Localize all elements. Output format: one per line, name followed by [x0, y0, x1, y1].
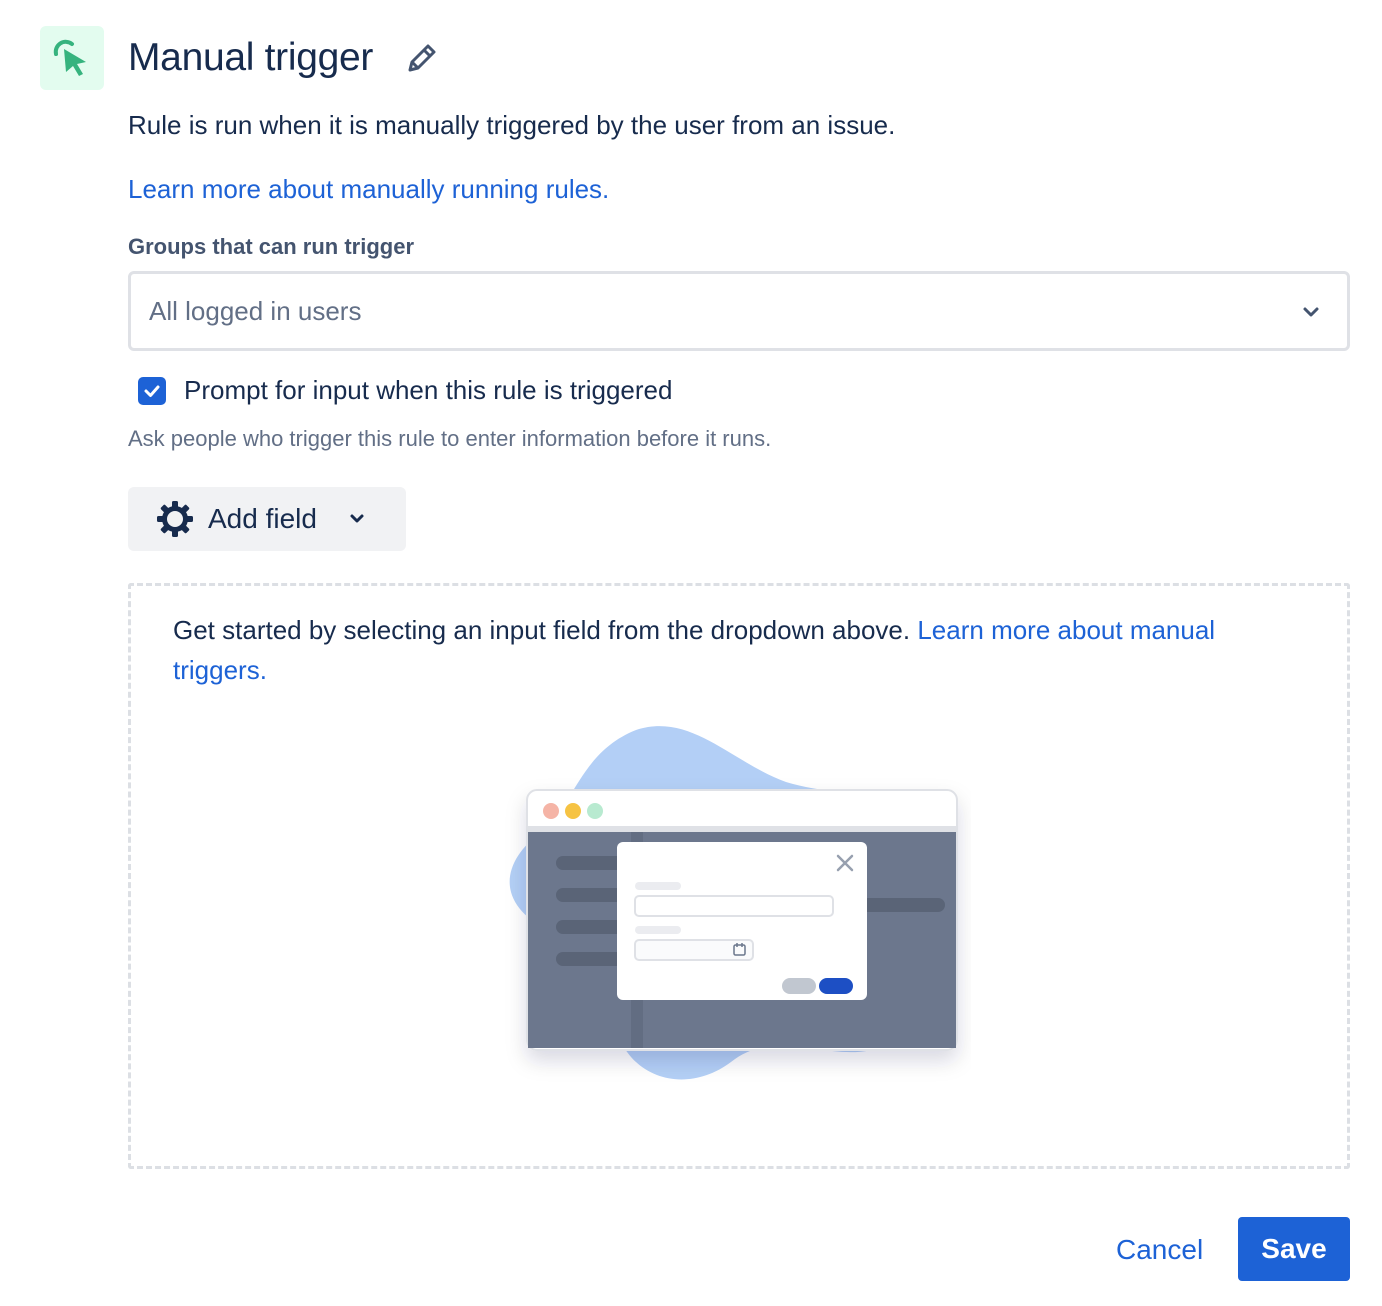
- chevron-down-icon: [350, 514, 364, 523]
- page-title: Manual trigger: [128, 36, 374, 79]
- chevron-down-icon: [1303, 307, 1319, 317]
- empty-state-illustration: [509, 726, 958, 1080]
- save-button[interactable]: Save: [1238, 1217, 1350, 1281]
- add-field-label: Add field: [208, 503, 317, 534]
- trigger-description: Rule is run when it is manually triggere…: [128, 110, 896, 140]
- empty-state-box: Get started by selecting an input field …: [128, 583, 1350, 1169]
- trigger-icon: [40, 26, 104, 90]
- empty-state-text: Get started by selecting an input field …: [173, 610, 1293, 690]
- gear-icon: [157, 501, 193, 537]
- prompt-checkbox-label[interactable]: Prompt for input when this rule is trigg…: [184, 375, 672, 406]
- empty-state-message: Get started by selecting an input field …: [173, 615, 911, 645]
- check-icon: [144, 385, 160, 397]
- prompt-helper-text: Ask people who trigger this rule to ente…: [128, 426, 772, 451]
- prompt-checkbox[interactable]: [138, 377, 166, 405]
- groups-label: Groups that can run trigger: [128, 234, 415, 259]
- groups-select-value: All logged in users: [149, 296, 362, 326]
- learn-more-link[interactable]: Learn more about manually running rules.: [128, 174, 609, 205]
- groups-select[interactable]: All logged in users: [128, 271, 1350, 351]
- cancel-button[interactable]: Cancel: [1104, 1220, 1215, 1280]
- pencil-icon[interactable]: [402, 40, 440, 78]
- cursor-click-icon: [53, 39, 86, 76]
- add-field-button[interactable]: Add field: [128, 487, 406, 551]
